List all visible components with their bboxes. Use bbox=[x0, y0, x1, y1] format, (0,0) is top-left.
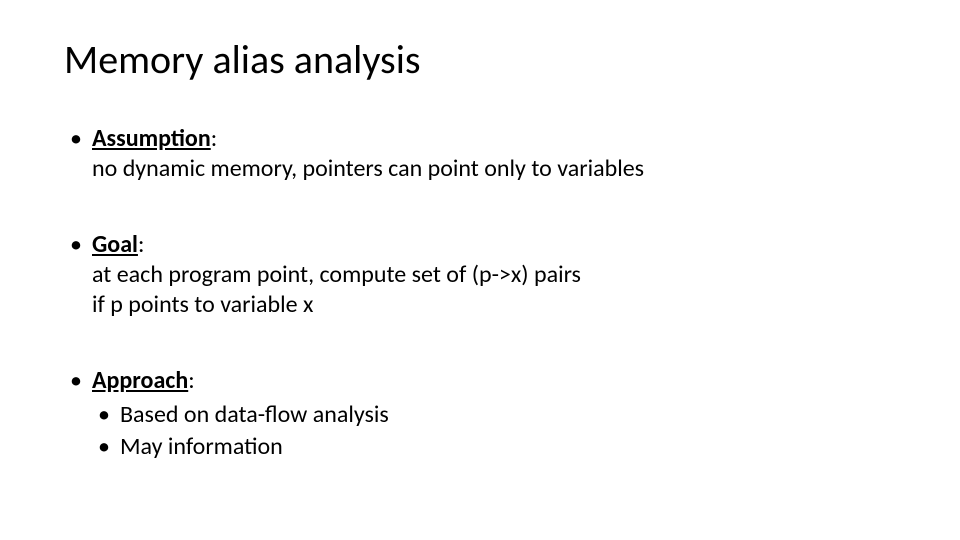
colon: : bbox=[188, 366, 194, 395]
sub-bullet: May information bbox=[92, 432, 896, 462]
sub-bullet-list: Based on data-flow analysis May informat… bbox=[92, 400, 896, 462]
bullet-header: Assumption bbox=[92, 124, 211, 153]
bullet-list: Assumption: no dynamic memory, pointers … bbox=[64, 124, 896, 462]
bullet-body: at each program point, compute set of (p… bbox=[92, 260, 896, 320]
slide-title: Memory alias analysis bbox=[64, 38, 896, 82]
slide: Memory alias analysis Assumption: no dyn… bbox=[0, 0, 960, 540]
sub-bullet: Based on data-flow analysis bbox=[92, 400, 896, 430]
colon: : bbox=[211, 124, 217, 153]
bullet-assumption: Assumption: no dynamic memory, pointers … bbox=[64, 124, 896, 184]
bullet-approach: Approach: Based on data-flow analysis Ma… bbox=[64, 366, 896, 462]
bullet-header: Goal bbox=[92, 230, 138, 259]
bullet-header: Approach bbox=[92, 366, 188, 395]
bullet-body: no dynamic memory, pointers can point on… bbox=[92, 154, 896, 184]
bullet-goal: Goal: at each program point, compute set… bbox=[64, 230, 896, 320]
colon: : bbox=[138, 230, 144, 259]
